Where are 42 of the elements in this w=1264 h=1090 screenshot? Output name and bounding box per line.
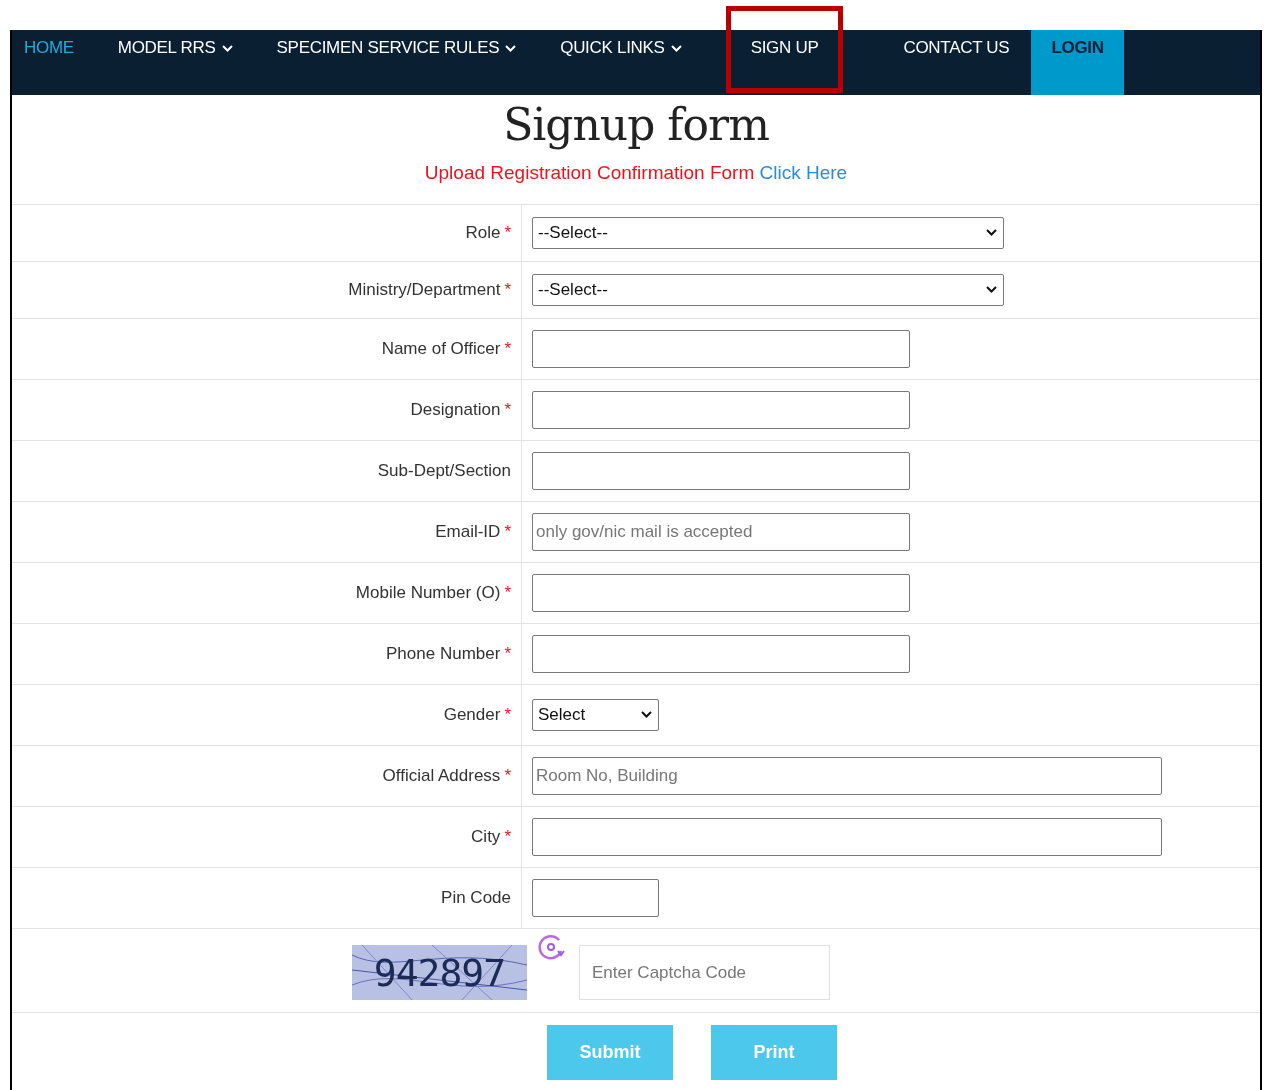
chevron-down-icon bbox=[505, 45, 517, 53]
chevron-down-icon bbox=[986, 286, 997, 294]
login-button[interactable]: LOGIN bbox=[1031, 30, 1124, 95]
input-field[interactable] bbox=[532, 635, 910, 673]
input-field[interactable] bbox=[532, 818, 1162, 856]
field-label: Designation * bbox=[410, 400, 511, 420]
field-label: Official Address * bbox=[382, 766, 511, 786]
upload-notice: Upload Registration Confirmation Form Click Here bbox=[423, 162, 849, 184]
chevron-down-icon bbox=[670, 45, 682, 53]
input-field[interactable] bbox=[532, 452, 910, 490]
field-label: Role * bbox=[465, 223, 511, 243]
page-title: Signup form bbox=[502, 99, 770, 150]
nav-link[interactable]: QUICK LINKS bbox=[560, 30, 682, 95]
select-field[interactable]: Select bbox=[532, 699, 659, 731]
select-field[interactable]: --Select-- bbox=[532, 217, 1004, 249]
chevron-down-icon bbox=[221, 45, 233, 53]
captcha-image: 942897 bbox=[352, 945, 527, 1000]
nav-link[interactable]: SIGN UP bbox=[750, 30, 819, 58]
chevron-down-icon bbox=[641, 711, 652, 719]
input-field[interactable] bbox=[532, 391, 910, 429]
input-field[interactable]: only gov/nic mail is accepted bbox=[532, 513, 910, 551]
field-label: City * bbox=[471, 827, 511, 847]
input-field[interactable] bbox=[532, 879, 659, 917]
field-label: Sub-Dept/Section bbox=[377, 461, 511, 481]
nav-link[interactable]: MODEL RRS bbox=[117, 30, 233, 95]
field-label: Ministry/Department * bbox=[348, 280, 511, 300]
field-label: Phone Number * bbox=[386, 644, 511, 664]
field-label: Email-ID * bbox=[435, 522, 511, 542]
field-label: Name of Officer * bbox=[381, 339, 511, 359]
captcha-field[interactable]: Enter Captcha Code bbox=[579, 945, 830, 1000]
field-label: Gender * bbox=[443, 705, 511, 725]
nav-link[interactable]: SPECIMEN SERVICE RULES bbox=[276, 30, 517, 95]
input-field[interactable] bbox=[532, 574, 910, 612]
select-field[interactable]: --Select-- bbox=[532, 274, 1004, 306]
input-field[interactable] bbox=[532, 330, 910, 368]
input-field[interactable]: Room No, Building bbox=[532, 757, 1162, 795]
nav-link[interactable]: HOME bbox=[24, 30, 74, 95]
chevron-down-icon bbox=[986, 229, 997, 237]
click-here-link[interactable]: Click Here bbox=[759, 162, 848, 183]
nav-link[interactable]: CONTACT US bbox=[903, 30, 1010, 95]
field-label: Pin Code bbox=[441, 888, 511, 908]
field-label: Mobile Number (O) * bbox=[355, 583, 511, 603]
